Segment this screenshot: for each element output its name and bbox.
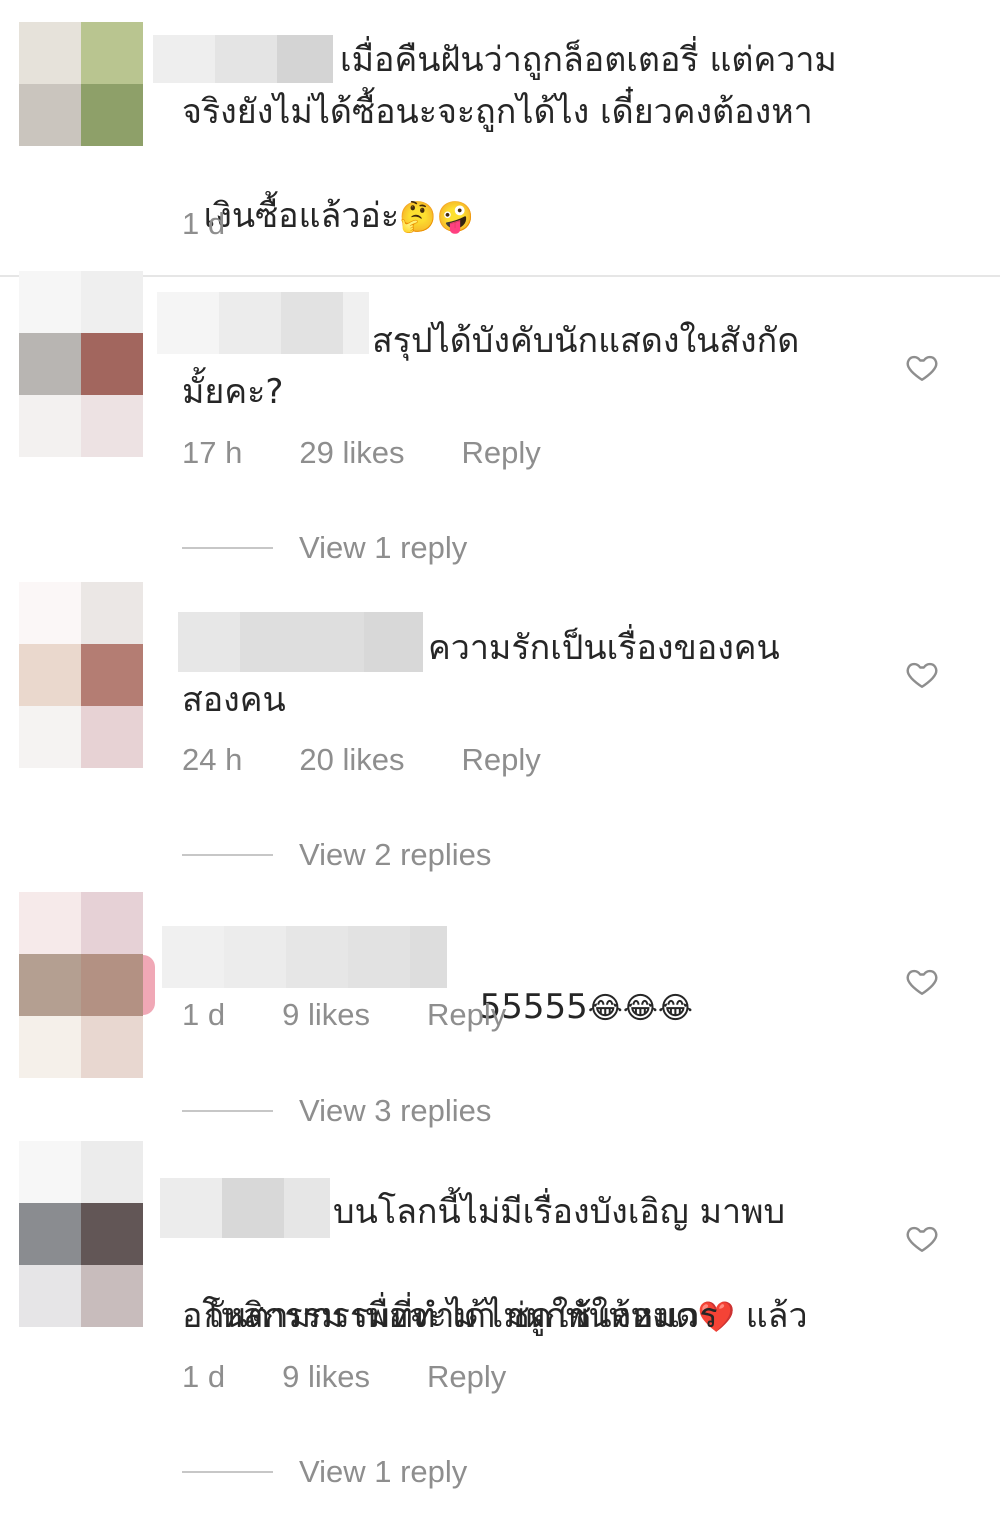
view-replies-label: View 1 reply: [299, 1454, 468, 1489]
comment-text-line: เมื่อคืนฝันว่าถูกล็อตเตอรี่ แต่ความ: [340, 40, 837, 80]
comment-time: 17 h: [182, 435, 243, 470]
view-replies-line: [182, 547, 273, 549]
view-replies-label: View 3 replies: [299, 1093, 492, 1128]
username-blurred[interactable]: [178, 612, 423, 672]
avatar[interactable]: [19, 1141, 143, 1327]
likes-count[interactable]: 20 likes: [299, 742, 404, 778]
comment-text-line: สรุปได้บังคับนักแสดงในสังกัด: [372, 321, 800, 361]
view-replies-label: View 2 replies: [299, 837, 492, 872]
comment-text-line: ความรักเป็นเรื่องของคน: [428, 628, 780, 668]
reply-button[interactable]: Reply: [461, 742, 540, 778]
comment-time: 1 d: [182, 206, 226, 241]
avatar[interactable]: [19, 892, 143, 1078]
comment-text-line: สองคน: [182, 680, 286, 720]
avatar[interactable]: [19, 22, 143, 146]
comment-time: 1 d: [182, 997, 226, 1032]
avatar[interactable]: [19, 271, 143, 457]
comment-text-line: บนโลกนี้ไม่มีเรื่องบังเอิญ มาพบ: [333, 1192, 786, 1232]
view-replies-button[interactable]: View 1 reply: [182, 530, 467, 566]
reply-button[interactable]: Reply: [427, 1359, 506, 1395]
heart-outline-icon[interactable]: [905, 1221, 939, 1255]
comment-text-line: จริงยังไม่ได้ซื้อนะจะถูกได้ไง เดี๋ยวคงต้…: [182, 92, 813, 132]
likes-count[interactable]: 9 likes: [282, 997, 370, 1033]
comment-time: 1 d: [182, 1359, 226, 1394]
view-replies-line: [182, 1110, 273, 1112]
view-replies-button[interactable]: View 1 reply: [182, 1454, 467, 1490]
heart-outline-icon[interactable]: [905, 350, 939, 384]
thinking-face-emoji: 🤔: [399, 200, 437, 235]
comment-meta: 17 h 29 likes Reply: [182, 435, 598, 471]
heart-outline-icon[interactable]: [905, 964, 939, 998]
heart-outline-icon[interactable]: [905, 657, 939, 691]
laughing-tears-emoji: 😂: [587, 991, 623, 1026]
comment-meta: 1 d: [182, 206, 282, 242]
divider: [0, 275, 1000, 277]
reply-button[interactable]: Reply: [461, 435, 540, 471]
view-replies-button[interactable]: View 2 replies: [182, 837, 491, 873]
view-replies-button[interactable]: View 3 replies: [182, 1093, 491, 1129]
username-blurred[interactable]: [153, 35, 333, 83]
comment-meta: 1 d 9 likes Reply: [182, 1359, 563, 1395]
likes-count[interactable]: 9 likes: [282, 1359, 370, 1395]
laughing-tears-emoji: 😂: [657, 991, 693, 1026]
username-blurred[interactable]: [160, 1178, 330, 1238]
view-replies-line: [182, 854, 273, 856]
comment-meta: 1 d 9 likes Reply: [182, 997, 563, 1033]
story-ring: [143, 955, 155, 1015]
comment-time: 24 h: [182, 742, 243, 777]
comment-meta: 24 h 20 likes Reply: [182, 742, 598, 778]
comment-text-line: มั้ยคะ?: [182, 372, 284, 412]
view-replies-line: [182, 1471, 273, 1473]
zany-face-emoji: 🤪: [436, 200, 474, 235]
avatar[interactable]: [19, 582, 143, 768]
laughing-tears-emoji: 😂: [622, 991, 658, 1026]
likes-count[interactable]: 29 likes: [299, 435, 404, 471]
comment-text-line: อโหสิกรรม เพื่อจะได้ไม่ผูกพันจองเวร: [182, 1296, 718, 1336]
username-blurred[interactable]: [157, 292, 369, 354]
view-replies-label: View 1 reply: [299, 530, 468, 565]
username-blurred[interactable]: [162, 926, 447, 988]
reply-button[interactable]: Reply: [427, 997, 506, 1033]
